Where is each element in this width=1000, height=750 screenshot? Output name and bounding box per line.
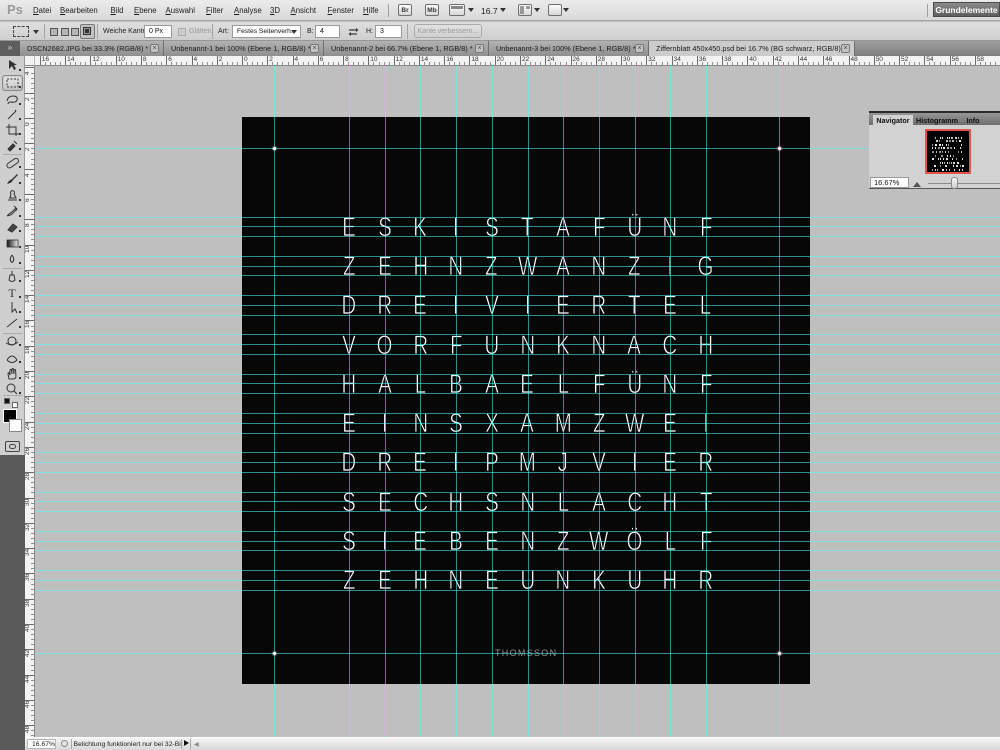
svg-text:T: T [8,286,16,300]
